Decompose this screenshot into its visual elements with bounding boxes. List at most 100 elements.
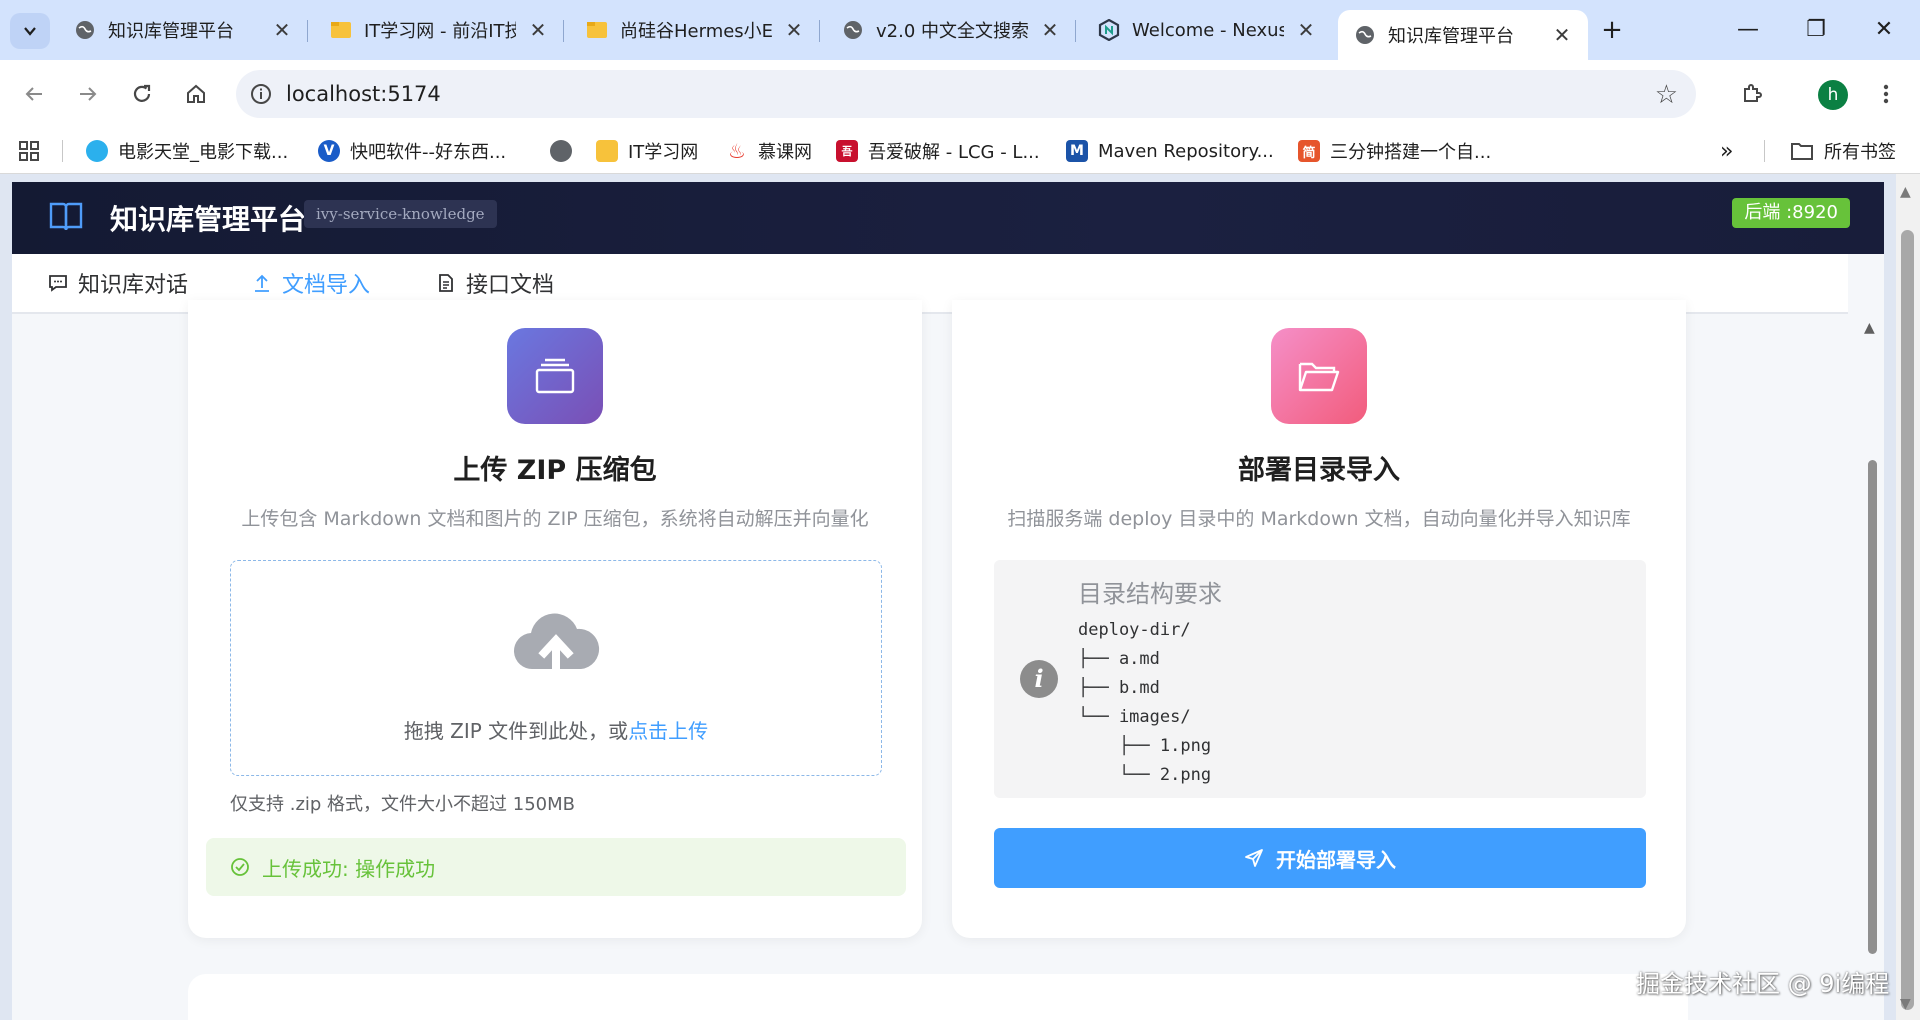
bookmark-label: Maven Repository... (1098, 140, 1274, 162)
close-icon[interactable]: ✕ (784, 18, 804, 42)
apps-button[interactable] (18, 136, 40, 166)
tab-title: Welcome - Nexus (1132, 19, 1284, 41)
app-title: 知识库管理平台 (110, 203, 307, 236)
browser-tab[interactable]: IT学习网 - 前沿IT技 ✕ (314, 10, 564, 50)
browser-toolbar: localhost:5174 ☆ h (0, 60, 1920, 128)
tab-label: 接口文档 (466, 273, 555, 298)
click-upload-link[interactable]: 点击上传 (628, 719, 708, 743)
back-button[interactable] (16, 76, 52, 112)
reload-icon (133, 84, 151, 102)
bookmark-label: IT学习网 (628, 142, 699, 163)
browser-menu-button[interactable] (1868, 76, 1904, 112)
bookmark-item[interactable]: IT学习网 (596, 136, 698, 166)
tab-chat[interactable]: 知识库对话 (48, 254, 188, 312)
bookmark-star-icon[interactable]: ☆ (1655, 80, 1678, 110)
bookmark-item[interactable] (550, 136, 582, 166)
browser-tab[interactable]: 知识库管理平台 ✕ (58, 10, 308, 50)
zip-upload-card: 上传 ZIP 压缩包 上传包含 Markdown 文档和图片的 ZIP 压缩包，… (188, 300, 922, 938)
page-scroll-up-arrow[interactable]: ▲ (1900, 184, 1911, 200)
close-icon[interactable]: ✕ (1296, 18, 1316, 42)
restore-button[interactable]: ❐ (1796, 10, 1836, 50)
card-title: 部署目录导入 (1238, 455, 1400, 486)
bookmark-item[interactable]: M Maven Repository... (1066, 136, 1274, 166)
deploy-import-card: 部署目录导入 扫描服务端 deploy 目录中的 Markdown 文档，自动向… (952, 300, 1686, 938)
info-title: 目录结构要求 (1078, 580, 1222, 608)
globe-icon (550, 140, 572, 162)
bookmark-item[interactable]: 电影天堂_电影下载... (86, 136, 288, 166)
browser-tab[interactable]: v2.0 中文全文搜索 ✕ (826, 10, 1076, 50)
tab-title: 知识库管理平台 (108, 21, 234, 42)
card-description: 上传包含 Markdown 文档和图片的 ZIP 压缩包，系统将自动解压并向量化 (241, 508, 869, 530)
send-icon (1245, 849, 1263, 867)
page-scroll-down-arrow[interactable]: ▼ (1900, 996, 1911, 1012)
bookmark-label: 快吧软件--好东西... (350, 142, 507, 163)
puzzle-icon (1744, 84, 1762, 102)
bookmark-item[interactable]: 吾吾爱破解 - LCG - L... (836, 136, 1040, 166)
page-scrollbar-thumb[interactable] (1901, 230, 1914, 1010)
apps-grid-icon (19, 141, 39, 161)
folder-icon (1791, 143, 1813, 160)
folder-icon (596, 140, 618, 162)
minimize-button[interactable]: — (1728, 10, 1768, 50)
bookmark-favicon-icon: 简 (1298, 140, 1320, 162)
watermark: 掘金技术社区 @ 9i编程 (1636, 970, 1890, 998)
browser-tab-active[interactable]: 知识库管理平台 ✕ (1338, 10, 1588, 60)
scroll-up-arrow[interactable]: ▲ (1864, 320, 1875, 336)
tab-search-button[interactable] (10, 13, 50, 49)
arrow-right-icon (80, 87, 97, 101)
close-icon[interactable]: ✕ (528, 18, 548, 42)
chat-icon (49, 275, 67, 292)
reload-button[interactable] (124, 76, 160, 112)
bookmark-favicon-icon: 吾 (836, 140, 858, 162)
start-deploy-button[interactable]: 开始部署导入 (994, 828, 1646, 888)
profile-avatar[interactable]: h (1818, 80, 1848, 110)
new-tab-button[interactable]: + (1595, 14, 1629, 48)
bookmark-label: 吾爱破解 - LCG - L... (868, 142, 1040, 163)
globe-icon (74, 19, 96, 41)
app-header: 知识库管理平台 ivy-service-knowledge 后端 :8920 (12, 182, 1884, 254)
bookmark-item[interactable]: ♨ 慕课网 (726, 136, 812, 166)
globe-icon (842, 19, 864, 41)
upload-success-alert: 上传成功: 操作成功 (206, 838, 906, 896)
bookmark-favicon-icon: V (318, 140, 340, 162)
tab-title: 尚硅谷Hermes小E (620, 21, 772, 42)
close-icon[interactable]: ✕ (272, 18, 292, 42)
browser-tab-strip: 知识库管理平台 ✕ IT学习网 - 前沿IT技 ✕ 尚硅谷Hermes小E ✕ … (0, 0, 1920, 60)
folder-open-icon (1271, 328, 1367, 424)
window-close-button[interactable]: ✕ (1864, 10, 1904, 50)
extensions-button[interactable] (1734, 76, 1770, 112)
url-text[interactable]: localhost:5174 (286, 82, 441, 106)
content-scrollbar-thumb[interactable] (1868, 460, 1877, 954)
zip-dropzone[interactable]: 拖拽 ZIP 文件到此处，或点击上传 (230, 560, 882, 776)
all-bookmarks-label: 所有书签 (1824, 142, 1896, 163)
cloud-upload-icon (513, 613, 600, 677)
dropzone-text: 拖拽 ZIP 文件到此处，或点击上传 (231, 715, 881, 744)
more-bookmarks-button[interactable]: » (1720, 136, 1733, 166)
close-icon[interactable]: ✕ (1552, 23, 1572, 47)
info-icon: i (1020, 660, 1058, 698)
arrow-left-icon (25, 87, 42, 101)
nexus-icon (1098, 19, 1120, 41)
home-button[interactable] (178, 76, 214, 112)
folder-icon (330, 19, 352, 41)
divider (1764, 140, 1765, 162)
document-icon (439, 274, 453, 292)
globe-icon (1354, 24, 1376, 46)
bookmark-item[interactable]: V 快吧软件--好东西... (318, 136, 506, 166)
browser-tab[interactable]: 尚硅谷Hermes小E ✕ (570, 10, 820, 50)
upload-icon (255, 274, 269, 292)
browser-tab[interactable]: Welcome - Nexus ✕ (1082, 10, 1332, 50)
all-bookmarks-button[interactable]: 所有书签 (1790, 136, 1896, 166)
tab-label: 文档导入 (282, 273, 371, 298)
tab-title: 知识库管理平台 (1388, 26, 1514, 47)
bookmark-item[interactable]: 简三分钟搭建一个自... (1298, 136, 1491, 166)
card-description: 扫描服务端 deploy 目录中的 Markdown 文档，自动向量化并导入知识… (1007, 508, 1631, 530)
deploy-button-label: 开始部署导入 (1276, 847, 1396, 872)
flame-icon: ♨ (728, 139, 746, 163)
address-bar[interactable]: localhost:5174 ☆ (236, 70, 1696, 118)
forward-button[interactable] (70, 76, 106, 112)
dropzone-hint: 拖拽 ZIP 文件到此处，或 (403, 719, 629, 743)
site-info-icon[interactable] (250, 83, 272, 105)
close-icon[interactable]: ✕ (1040, 18, 1060, 42)
bookmark-favicon-icon (86, 140, 108, 162)
